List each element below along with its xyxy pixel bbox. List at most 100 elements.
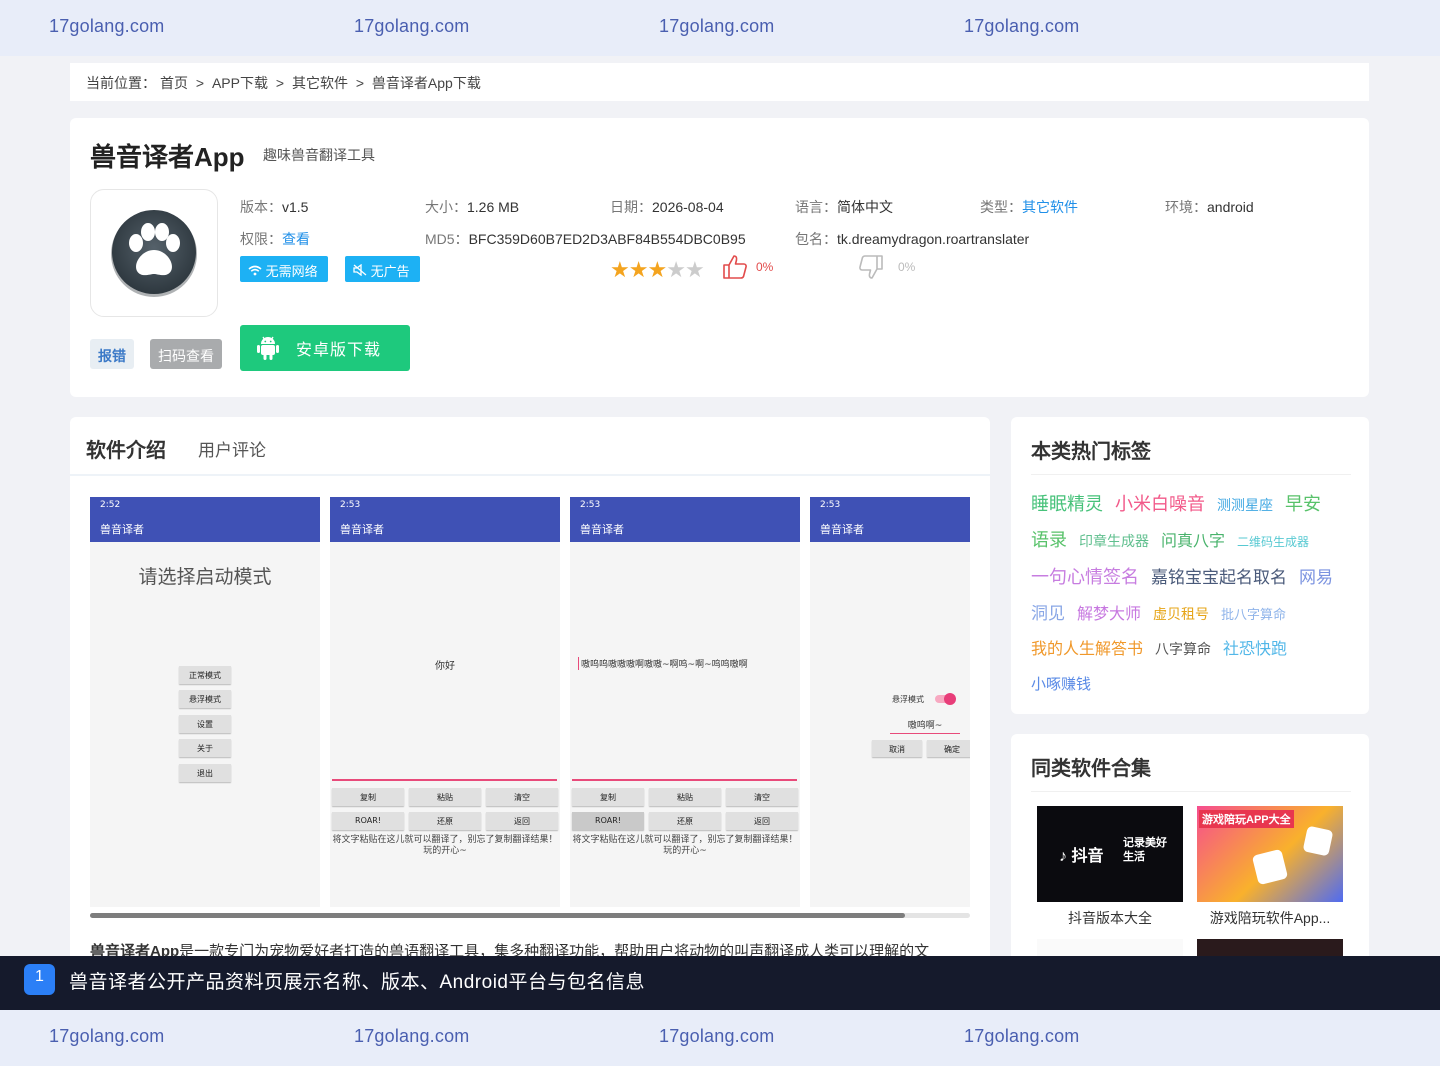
collection-label: 游戏陪玩软件App... — [1209, 910, 1331, 926]
rating-stars: ★★★★★ — [610, 257, 705, 283]
screenshot-gallery[interactable]: 2:52 兽音译者 请选择启动模式 正常模式 悬浮模式 设置 关于 退出 2:5… — [90, 497, 970, 907]
hot-tag-link[interactable]: 社恐快跑 — [1223, 632, 1287, 667]
restore-button: 还原 — [409, 812, 481, 830]
watermark-bar-top: 17golang.com 17golang.com 17golang.com 1… — [0, 0, 1440, 56]
collection-thumbnail: 游戏陪玩APP大全 — [1197, 806, 1343, 902]
permission-link[interactable]: 查看 — [282, 231, 310, 247]
caption-number: 1 — [24, 964, 55, 995]
hot-tag-link[interactable]: 批八字算命 — [1221, 597, 1286, 632]
meta-value: tk.dreamydragon.roartranslater — [837, 231, 1030, 247]
star-icon: ★ — [647, 257, 667, 282]
hot-tag-link[interactable]: 早安 — [1285, 487, 1321, 522]
hint-text: 将文字粘贴在这儿就可以翻译了，别忘了复制翻译结果！玩的开心~ — [332, 835, 558, 856]
breadcrumb-separator: > — [195, 75, 205, 91]
meta-key: 大小： — [425, 199, 467, 215]
gallery-scrollbar[interactable] — [90, 913, 970, 918]
like-button[interactable]: 0% — [722, 254, 773, 280]
hot-tag-link[interactable]: 问真八字 — [1161, 524, 1225, 559]
star-icon: ★ — [628, 257, 649, 282]
app-bar-title: 兽音译者 — [100, 523, 144, 536]
paste-button: 粘贴 — [649, 788, 721, 806]
thumbs-up-icon — [723, 255, 747, 279]
restore-button: 还原 — [649, 812, 721, 830]
paste-button: 粘贴 — [409, 788, 481, 806]
star-icon: ★ — [684, 257, 705, 282]
divider — [1031, 791, 1351, 792]
hot-tag-link[interactable]: 睡眠精灵 — [1031, 487, 1103, 522]
hot-tag-link[interactable]: 语录 — [1031, 523, 1067, 558]
status-bar: 2:53 — [330, 497, 560, 514]
software-detail-card: 软件介绍 用户评论 2:52 兽音译者 请选择启动模式 正常模式 悬浮模式 设置… — [70, 417, 990, 977]
float-mode-button: 悬浮模式 — [179, 690, 231, 708]
roar-output-text: 嗷呜呜嗷嗷嗷啊嗷嗷~啊呜~啊~呜呜嗷啊 — [578, 657, 800, 670]
watermark-bar-bottom: 17golang.com 17golang.com 17golang.com 1… — [0, 1010, 1440, 1066]
hot-tag-link[interactable]: 小米白噪音 — [1115, 487, 1205, 522]
watermark-text: 17golang.com — [49, 1026, 165, 1046]
float-input-value: 嗷呜啊~ — [890, 718, 960, 734]
qr-view-button[interactable]: 扫码查看 — [150, 339, 222, 369]
back-button: 返回 — [726, 812, 798, 830]
watermark-text: 17golang.com — [659, 1026, 775, 1046]
settings-button: 设置 — [179, 715, 231, 733]
hot-tag-link[interactable]: 一句心情签名 — [1031, 560, 1139, 595]
app-bar-title: 兽音译者 — [580, 523, 624, 536]
meta-version: 版本：v1.5 — [240, 197, 308, 217]
meta-key: 语言： — [795, 199, 837, 215]
hot-tags-title: 本类热门标签 — [1031, 435, 1151, 465]
status-time: 2:52 — [100, 500, 121, 510]
meta-size: 大小：1.26 MB — [425, 197, 519, 217]
app-screenshot: 2:52 兽音译者 请选择启动模式 正常模式 悬浮模式 设置 关于 退出 — [90, 497, 320, 907]
hot-tag-link[interactable]: 我的人生解答书 — [1031, 632, 1143, 667]
dislike-button[interactable]: 0% — [858, 254, 915, 280]
watermark-text: 17golang.com — [354, 1026, 470, 1046]
dislike-percent: 0% — [898, 260, 916, 274]
star-icon: ★ — [610, 257, 630, 282]
breadcrumb-app-download-link[interactable]: APP下载 — [212, 75, 268, 91]
android-icon — [257, 336, 279, 360]
collection-item[interactable]: ♪ 抖音 记录美好生活 抖音版本大全 — [1037, 806, 1183, 928]
hot-tag-link[interactable]: 八字算命 — [1155, 632, 1211, 667]
input-underline — [572, 779, 797, 781]
clear-button: 清空 — [726, 788, 798, 806]
hot-tag-link[interactable]: 洞见 — [1031, 596, 1065, 631]
tab-user-comments[interactable]: 用户评论 — [198, 436, 266, 461]
hot-tag-link[interactable]: 解梦大师 — [1077, 597, 1141, 632]
meta-key: 包名： — [795, 231, 837, 247]
hot-tag-link[interactable]: 网易 — [1299, 560, 1333, 595]
cancel-button: 取消 — [872, 740, 922, 757]
meta-value: 2026-08-04 — [652, 199, 724, 215]
android-download-button[interactable]: 安卓版下载 — [240, 325, 410, 371]
breadcrumb-other-software-link[interactable]: 其它软件 — [292, 75, 348, 91]
report-button[interactable]: 报错 — [90, 339, 134, 369]
hot-tag-link[interactable]: 印章生成器 — [1079, 524, 1149, 559]
breadcrumb-current: 兽音译者App下载 — [371, 75, 481, 91]
tag-label: 无广告 — [370, 264, 410, 279]
collection-item[interactable]: 游戏陪玩APP大全 游戏陪玩软件App... — [1197, 806, 1343, 928]
scrollbar-thumb[interactable] — [90, 913, 905, 918]
download-label: 安卓版下载 — [296, 342, 382, 359]
clear-button: 清空 — [486, 788, 558, 806]
breadcrumb-label: 当前位置： — [86, 75, 156, 91]
wifi-icon — [248, 264, 266, 279]
app-subtitle: 趣味兽音翻译工具 — [263, 147, 375, 163]
no-ads-icon — [353, 263, 371, 279]
tag-no-ads: 无广告 — [345, 256, 420, 282]
type-link[interactable]: 其它软件 — [1022, 199, 1078, 215]
collection-label: 抖音版本大全 — [1068, 910, 1152, 926]
hot-tag-link[interactable]: 测测星座 — [1217, 488, 1273, 523]
status-bar: 2:52 — [90, 497, 320, 514]
status-time: 2:53 — [820, 500, 841, 510]
hot-tag-link[interactable]: 虚贝租号 — [1153, 597, 1209, 632]
software-collection-panel: 同类软件合集 ♪ 抖音 记录美好生活 抖音版本大全 游戏陪玩APP大全 游戏陪玩… — [1011, 734, 1369, 994]
douyin-logo: ♪ 抖音 — [1059, 848, 1104, 865]
hot-tag-link[interactable]: 小啄赚钱 — [1031, 667, 1091, 702]
collection-thumbnail: ♪ 抖音 记录美好生活 — [1037, 806, 1183, 902]
detail-tabs: 软件介绍 用户评论 — [70, 417, 990, 476]
tab-software-intro[interactable]: 软件介绍 — [86, 434, 166, 465]
meta-value: android — [1207, 199, 1254, 215]
app-icon — [90, 189, 218, 317]
hot-tag-link[interactable]: 二维码生成器 — [1237, 525, 1309, 560]
back-button: 返回 — [486, 812, 558, 830]
hot-tag-link[interactable]: 嘉铭宝宝起名取名 — [1151, 560, 1287, 595]
breadcrumb-home-link[interactable]: 首页 — [160, 75, 188, 91]
